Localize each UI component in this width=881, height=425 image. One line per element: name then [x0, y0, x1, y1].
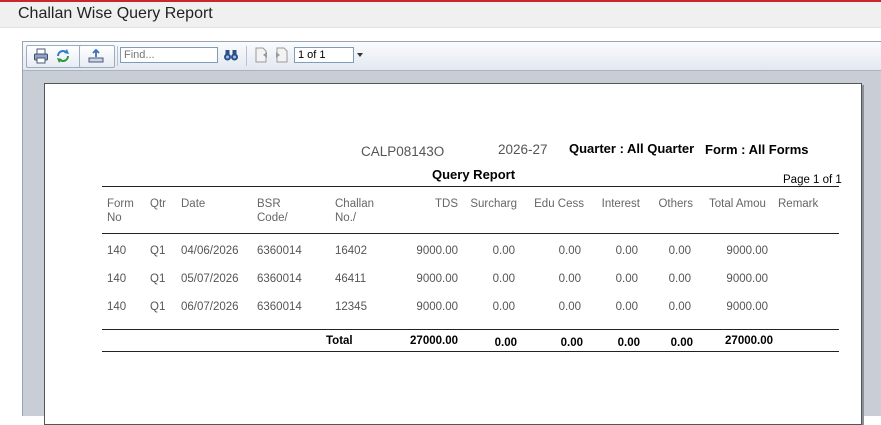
- report-canvas: CALP08143O 2026-27 Quarter : All Quarter…: [23, 71, 881, 425]
- total-edu-cess: 0.00: [560, 337, 583, 349]
- column-header-line: Total Amou: [709, 198, 766, 210]
- toolbar-group-export: [79, 45, 115, 68]
- toolbar-group-print: [26, 45, 86, 68]
- page-title: Challan Wise Query Report: [18, 5, 213, 22]
- column-header-line: TDS: [435, 198, 458, 210]
- table-cell: 0.00: [558, 273, 581, 285]
- col-others: Others: [651, 197, 693, 211]
- column-header-line: Surcharg: [470, 198, 517, 210]
- column-header-line: Remark: [778, 198, 819, 210]
- col-date: Date: [181, 197, 251, 211]
- table-cell: Q1: [150, 245, 166, 257]
- column-header-line: Edu Cess: [534, 198, 584, 210]
- col-form-no: Form No: [107, 197, 147, 225]
- table-cell: 9000.00: [726, 301, 768, 313]
- column-header-line: Date: [181, 198, 206, 210]
- col-challan-no: Challan No./: [335, 197, 405, 225]
- table-cell: 0.00: [668, 273, 691, 285]
- table-cell: 0.00: [615, 301, 638, 313]
- table-cell: 0.00: [558, 245, 581, 257]
- col-qtr: Qtr: [150, 197, 178, 211]
- report-code: CALP08143O: [361, 144, 445, 159]
- report-title: Query Report: [432, 167, 516, 182]
- table-cell: 140: [107, 301, 127, 313]
- column-header-line: Interest: [601, 198, 640, 210]
- total-interest: 0.00: [617, 337, 640, 349]
- table-cell: 0.00: [492, 301, 515, 313]
- table-cell: 9000.00: [416, 301, 458, 313]
- table-cell: 04/06/2026: [181, 245, 239, 257]
- table-cell: Q1: [150, 301, 166, 313]
- page-dropdown-arrow[interactable]: [357, 53, 363, 57]
- print-icon[interactable]: [33, 48, 49, 64]
- table-cell: 0.00: [615, 273, 638, 285]
- column-header-line: Challan: [335, 198, 374, 210]
- col-tds: TDS: [405, 197, 458, 211]
- col-remark: Remark: [778, 197, 838, 211]
- refresh-icon[interactable]: [55, 48, 71, 64]
- header-top-rule: [102, 186, 839, 187]
- report-year: 2026-27: [498, 142, 548, 157]
- table-cell: 9000.00: [416, 273, 458, 285]
- page-indicator: Page 1 of 1: [783, 174, 842, 186]
- col-surcharge: Surcharg: [467, 197, 517, 211]
- find-binoculars-icon[interactable]: [223, 47, 239, 63]
- viewer-toolbar: 1 of 1: [23, 42, 881, 71]
- report-viewer: 1 of 1 CALP08143O 2026-27 Quarter : All …: [22, 41, 881, 425]
- table-cell: 0.00: [492, 273, 515, 285]
- table-cell: 0.00: [668, 301, 691, 313]
- table-cell: 06/07/2026: [181, 301, 239, 313]
- col-edu-cess: Edu Cess: [527, 197, 584, 211]
- header-bottom-rule: [102, 233, 839, 234]
- title-bar: Challan Wise Query Report: [0, 2, 881, 28]
- column-header-line: No: [107, 212, 122, 224]
- form-filter: Form : All Forms: [705, 142, 809, 157]
- table-cell: 0.00: [668, 245, 691, 257]
- table-cell: 05/07/2026: [181, 273, 239, 285]
- table-cell: 140: [107, 245, 127, 257]
- table-cell: 6360014: [257, 301, 302, 313]
- total-tds: 27000.00: [410, 335, 458, 347]
- totals-top-rule: [102, 329, 839, 330]
- col-total-amount: Total Amou: [709, 197, 769, 211]
- column-header-line: Code/: [257, 212, 288, 224]
- next-page-icon[interactable]: [274, 47, 290, 63]
- totals-bottom-rule: [102, 351, 839, 352]
- find-input[interactable]: [120, 47, 218, 63]
- column-header-line: Qtr: [150, 198, 166, 210]
- column-header-line: No./: [335, 212, 357, 224]
- toolbar-separator: [117, 46, 118, 66]
- table-cell: 9000.00: [726, 245, 768, 257]
- export-icon[interactable]: [88, 48, 104, 64]
- total-label: Total: [326, 335, 353, 347]
- column-header-line: Form: [107, 198, 134, 210]
- table-cell: 140: [107, 273, 127, 285]
- page-number-field[interactable]: 1 of 1: [294, 47, 354, 63]
- table-cell: 9000.00: [416, 245, 458, 257]
- total-amount: 27000.00: [725, 335, 773, 347]
- total-surcharge: 0.00: [494, 337, 517, 349]
- col-interest: Interest: [595, 197, 640, 211]
- toolbar-separator: [246, 46, 247, 66]
- column-header-line: BSR: [257, 198, 281, 210]
- total-others: 0.00: [670, 337, 693, 349]
- quarter-filter: Quarter : All Quarter: [569, 141, 695, 156]
- table-cell: Q1: [150, 273, 166, 285]
- table-cell: 9000.00: [726, 273, 768, 285]
- column-header-line: Others: [658, 198, 693, 210]
- table-cell: 6360014: [257, 245, 302, 257]
- table-cell: 0.00: [558, 301, 581, 313]
- table-cell: 0.00: [492, 245, 515, 257]
- col-bsr-code: BSR Code/: [257, 197, 327, 225]
- table-cell: 6360014: [257, 273, 302, 285]
- report-page: CALP08143O 2026-27 Quarter : All Quarter…: [44, 83, 862, 425]
- prev-page-icon[interactable]: [253, 47, 269, 63]
- table-cell: 0.00: [615, 245, 638, 257]
